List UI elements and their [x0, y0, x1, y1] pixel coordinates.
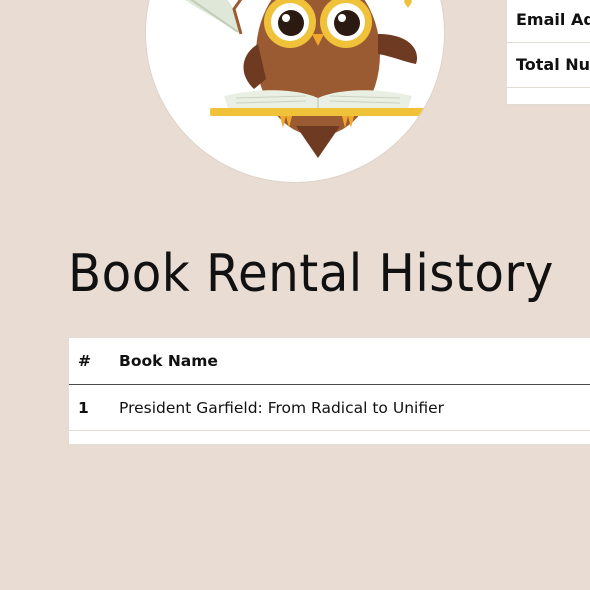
table-header: # Book Name: [69, 338, 590, 385]
info-label-email: Email Addr: [516, 10, 590, 29]
row-book-name: President Garfield: From Radical to Unif…: [119, 398, 444, 417]
book-cover: [210, 108, 426, 116]
page-title: Book Rental History: [68, 244, 554, 304]
info-table-spacer: [507, 88, 590, 104]
quill-feather: [185, 0, 241, 34]
info-row-total: Total Numb: [507, 43, 590, 88]
rental-history-table: # Book Name 1 President Garfield: From R…: [68, 337, 590, 445]
info-row-email: Email Addr: [507, 0, 590, 43]
column-header-number: #: [78, 352, 91, 370]
profile-avatar: [146, 0, 444, 182]
table-row: 1 President Garfield: From Radical to Un…: [69, 385, 590, 431]
user-info-table: Email Addr Total Numb: [506, 0, 590, 105]
page: Email Addr Total Numb Book Rental Histor…: [0, 0, 590, 590]
owl-reading-book-icon: [185, 0, 426, 158]
info-label-total: Total Numb: [516, 55, 590, 74]
owl-right-wing: [378, 34, 418, 64]
column-header-book-name: Book Name: [119, 352, 218, 370]
owl-tail: [296, 126, 340, 158]
sparkle-icon: [404, 0, 412, 8]
row-number: 1: [78, 398, 89, 417]
